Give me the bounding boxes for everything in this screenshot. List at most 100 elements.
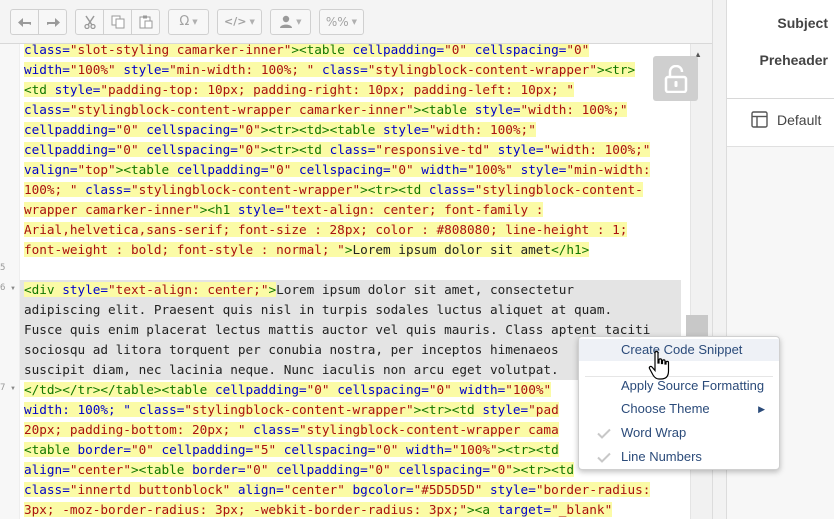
code-dropdown[interactable]: </> ▼ (217, 8, 262, 35)
code-token: suscipit diam, nec lacinia neque. Nunc i… (24, 362, 559, 377)
code-token: "0" (375, 442, 406, 457)
code-group: </> ▼ (217, 8, 262, 35)
special-chars-dropdown[interactable]: Ω ▼ (168, 8, 209, 35)
menu-item-apply-source-formatting[interactable]: Apply Source Formatting (579, 375, 779, 397)
code-token: "width: 100%;" (520, 102, 628, 117)
chevron-down-icon: ▼ (249, 17, 255, 26)
menu-item-label: Line Numbers (621, 449, 702, 464)
code-token: sociosqu ad litora torquent per conubia … (24, 342, 559, 357)
code-token: "0" (566, 44, 590, 57)
code-token: "text-align: center; font-family : (283, 202, 544, 217)
code-token: class= (138, 402, 185, 417)
code-icon: </> (224, 15, 247, 28)
menu-item-label: Choose Theme (621, 401, 710, 416)
menu-item-choose-theme[interactable]: Choose Theme ▶ (579, 398, 779, 420)
code-token: style= (520, 162, 567, 177)
code-token: "stylingblock-content- (474, 182, 643, 197)
menu-item-line-numbers[interactable]: Line Numbers (579, 446, 779, 468)
code-token: cellpadding= (176, 162, 269, 177)
code-line: valign="top"><table cellpadding="0" cell… (24, 160, 651, 180)
code-token: "slot-styling camarker-inner" (69, 44, 292, 57)
code-token: <table (24, 442, 78, 457)
code-token: style= (237, 202, 284, 217)
code-token: "responsive-td" (375, 142, 498, 157)
layout-default-option[interactable]: Default (751, 111, 821, 128)
code-token: class= (253, 422, 299, 437)
copy-button[interactable] (103, 8, 132, 35)
divider (727, 98, 834, 99)
personalization-dropdown[interactable]: ▼ (269, 8, 311, 35)
menu-item-word-wrap[interactable]: Word Wrap (579, 422, 779, 444)
code-token: "0" (130, 442, 162, 457)
menu-item-create-code-snippet[interactable]: Create Code Snippet (579, 339, 779, 361)
code-token: "min-width: 100%; " (169, 62, 322, 77)
fold-arrow-icon[interactable]: ▼ (10, 286, 16, 292)
code-line: width: 100%; " class="stylingblock-conte… (24, 400, 559, 420)
undo-button[interactable] (10, 8, 39, 35)
code-token: "width: 100%;" (428, 122, 536, 137)
code-token: adipiscing elit. Praesent quis nisl in t… (24, 302, 613, 317)
code-token: "5" (253, 442, 284, 457)
code-token: style= (482, 402, 529, 417)
code-token: style= (62, 282, 109, 297)
code-token: "0" (444, 44, 475, 57)
lock-button[interactable] (653, 56, 698, 101)
code-token: "0" (367, 462, 399, 477)
code-token: bgcolor= (352, 482, 414, 497)
code-line: font-weight : bold; font-style : normal;… (24, 240, 590, 260)
code-line: cellpadding="0" cellspacing="0"><tr><td>… (24, 120, 536, 140)
clipboard-group (75, 8, 160, 35)
code-token: cellspacing= (283, 442, 376, 457)
code-line: adipiscing elit. Praesent quis nisl in t… (24, 300, 612, 320)
copy-icon (111, 15, 124, 28)
code-token: "100%" (69, 62, 124, 77)
code-token: 20px; padding-bottom: 20px; " (24, 422, 254, 437)
code-line: 20px; padding-bottom: 20px; " class="sty… (24, 420, 559, 440)
code-token: class= (24, 102, 70, 117)
code-token: style= (474, 102, 521, 117)
code-token: border= (192, 462, 246, 477)
code-token: 100%; " (24, 182, 86, 197)
code-token: width= (459, 382, 506, 397)
code-token: "stylingblock-content-wrapper cama (299, 422, 559, 437)
code-token: class= (321, 62, 368, 77)
line-gutter: 5 6 ▼ 7 ▼ (0, 44, 20, 519)
fold-arrow-icon[interactable]: ▼ (10, 386, 16, 392)
code-token: "stylingblock-content-wrapper" (184, 402, 414, 417)
code-token: "min-width: (566, 162, 651, 177)
code-token: class= (428, 182, 475, 197)
code-token: cellpadding= (24, 122, 116, 137)
code-token: Arial,helvetica,sans-serif; font-size : … (24, 222, 628, 237)
code-token: valign= (24, 162, 78, 177)
code-token: "stylingblock-content-wrapper camarker-i… (69, 102, 414, 117)
preheader-label: Preheader (759, 52, 828, 68)
code-line: sociosqu ad litora torquent per conubia … (24, 340, 559, 360)
cut-button[interactable] (75, 8, 104, 35)
code-token: style= (54, 82, 101, 97)
code-token: class= (24, 482, 70, 497)
code-line: Fusce quis enim placerat lectus mattis a… (24, 320, 650, 340)
redo-icon (46, 17, 60, 27)
code-token: 3px; -moz-border-radius: 3px; -webkit-bo… (24, 502, 468, 517)
paste-button[interactable] (131, 8, 160, 35)
code-token: ><table (130, 462, 193, 477)
code-token: "0" (237, 122, 261, 137)
code-token: width= (406, 442, 452, 457)
code-token: "100%" (505, 382, 552, 397)
code-token: Fusce quis enim placerat lectus mattis a… (24, 322, 651, 337)
code-token: width= (421, 162, 468, 177)
code-token: align= (24, 462, 70, 477)
user-icon (280, 15, 293, 28)
code-token: cellpadding= (24, 142, 116, 157)
cut-icon (83, 15, 96, 29)
code-token: "#5D5D5D" (413, 482, 490, 497)
default-label: Default (777, 111, 822, 128)
code-token: style= (497, 142, 544, 157)
code-line: suscipit diam, nec lacinia neque. Nunc i… (24, 360, 559, 380)
code-token: align= (237, 482, 284, 497)
code-token: "0" (428, 382, 460, 397)
code-token: style= (383, 122, 429, 137)
ampscript-dropdown[interactable]: %% ▼ (318, 8, 365, 35)
redo-button[interactable] (38, 8, 67, 35)
code-token: cellspacing= (146, 122, 238, 137)
